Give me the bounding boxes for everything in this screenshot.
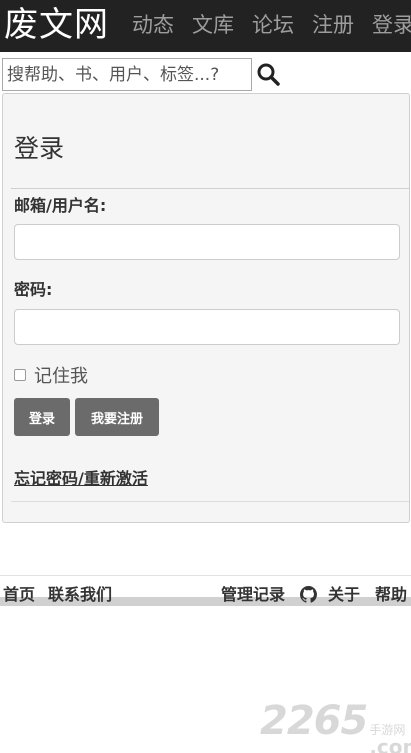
watermark-number: 2265 xyxy=(260,698,368,744)
forgot-password-link[interactable]: 忘记密码/重新激活 xyxy=(14,469,148,489)
nav-register[interactable]: 注册 xyxy=(312,12,354,38)
footer-contact-link[interactable]: 联系我们 xyxy=(48,585,112,605)
email-label: 邮箱/用户名: xyxy=(14,196,107,215)
footer-divider xyxy=(0,575,411,576)
bottom-divider xyxy=(11,501,409,502)
search-input[interactable] xyxy=(2,58,252,91)
nav-activity[interactable]: 动态 xyxy=(132,12,174,38)
remember-label: 记住我 xyxy=(34,366,88,387)
watermark-bottom-text: .com xyxy=(369,735,411,753)
page-title: 登录 xyxy=(14,134,65,163)
remember-checkbox[interactable] xyxy=(14,369,26,381)
footer-about-link[interactable]: 关于 xyxy=(328,585,360,605)
top-navbar: 废文网 动态 文库 论坛 注册 登录 xyxy=(0,0,411,52)
site-brand[interactable]: 废文网 xyxy=(4,3,109,47)
register-button[interactable]: 我要注册 xyxy=(75,398,159,436)
search-icon xyxy=(257,63,280,86)
nav-forum[interactable]: 论坛 xyxy=(252,12,294,38)
remember-me[interactable]: 记住我 xyxy=(14,364,88,387)
footer-admin-log-link[interactable]: 管理记录 xyxy=(221,585,285,605)
password-field[interactable] xyxy=(14,309,400,345)
nav-login[interactable]: 登录 xyxy=(372,12,411,38)
search-button[interactable] xyxy=(256,60,280,88)
github-icon[interactable] xyxy=(300,586,317,603)
footer-help-link[interactable]: 帮助 xyxy=(375,585,407,605)
title-divider xyxy=(11,188,409,189)
watermark-logo: 2265 手游网 .com xyxy=(260,698,411,753)
login-panel: 登录 邮箱/用户名: 密码: 记住我 登录 我要注册 忘记密码/重新激活 xyxy=(2,93,410,523)
nav-library[interactable]: 文库 xyxy=(192,12,234,38)
email-field[interactable] xyxy=(14,224,400,260)
password-label: 密码: xyxy=(14,280,53,299)
login-button[interactable]: 登录 xyxy=(14,398,70,436)
footer-home-link[interactable]: 首页 xyxy=(3,585,35,605)
